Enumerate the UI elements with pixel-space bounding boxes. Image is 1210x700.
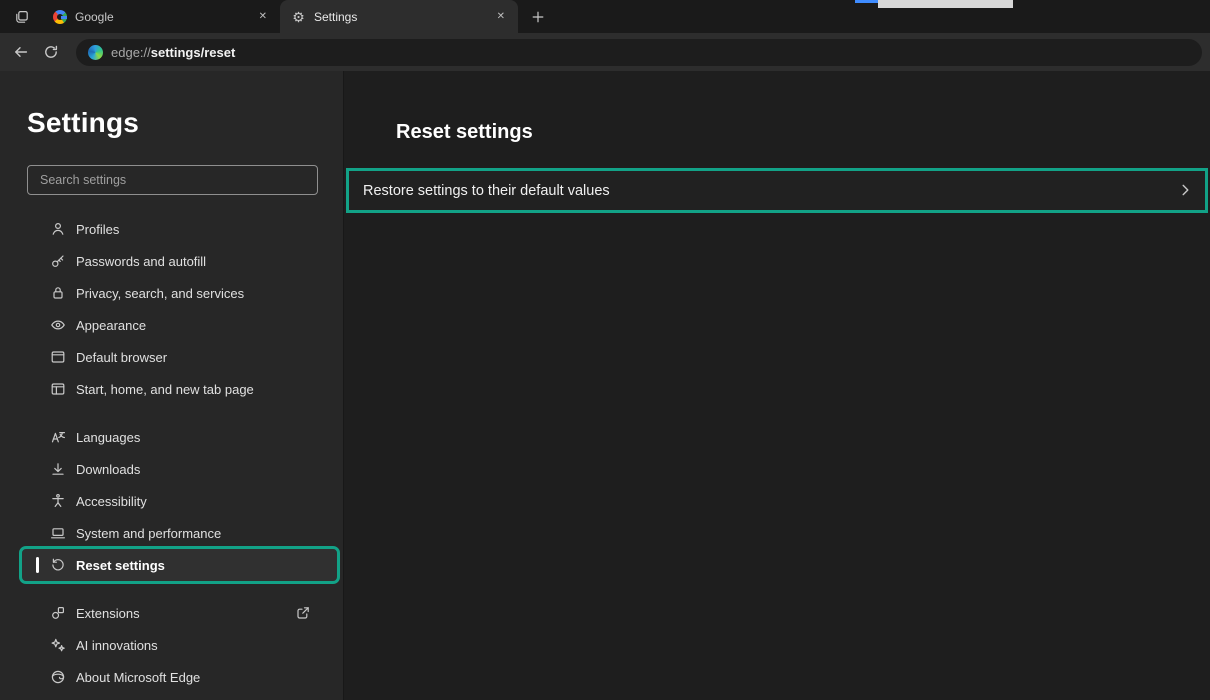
download-icon bbox=[50, 461, 66, 477]
sidebar-item-label: System and performance bbox=[76, 526, 221, 541]
settings-page: Settings ProfilesPasswords and autofillP… bbox=[0, 71, 1210, 700]
refresh-button[interactable] bbox=[36, 37, 66, 67]
sidebar-item-label: Extensions bbox=[76, 606, 140, 621]
restore-defaults-label: Restore settings to their default values bbox=[363, 183, 610, 199]
google-favicon bbox=[53, 10, 67, 24]
back-button[interactable] bbox=[6, 37, 36, 67]
page-title: Settings bbox=[27, 107, 343, 139]
sidebar-item-label: Accessibility bbox=[76, 494, 147, 509]
sidebar-group: Languages Downloads Accessibility System an… bbox=[0, 421, 343, 581]
sidebar-item-label: Start, home, and new tab page bbox=[76, 382, 254, 397]
search-input[interactable] bbox=[27, 165, 318, 195]
sidebar-item-ai-innovations[interactable]: AI innovations bbox=[22, 629, 337, 661]
sidebar-item-label: Passwords and autofill bbox=[76, 254, 206, 269]
eye-icon bbox=[50, 317, 66, 333]
key-icon bbox=[50, 253, 66, 269]
sidebar-item-privacy-search-services[interactable]: Privacy, search, and services bbox=[22, 277, 337, 309]
lock-icon bbox=[50, 285, 66, 301]
close-icon[interactable]: ✕ bbox=[254, 10, 272, 24]
reset-icon bbox=[50, 557, 66, 573]
new-tab-button[interactable] bbox=[526, 5, 550, 29]
external-link-icon bbox=[295, 605, 311, 621]
new-tab-layout-icon bbox=[50, 381, 66, 397]
sidebar-item-label: Appearance bbox=[76, 318, 146, 333]
url-path: settings/reset bbox=[151, 45, 236, 60]
main-panel: Reset settings Restore settings to their… bbox=[343, 71, 1210, 700]
accessibility-icon bbox=[50, 493, 66, 509]
sidebar-item-system-performance[interactable]: System and performance bbox=[22, 517, 337, 549]
sidebar-item-label: Privacy, search, and services bbox=[76, 286, 244, 301]
sidebar-group: Extensions AI innovations About Microsoft … bbox=[0, 597, 343, 693]
sidebar-nav: Profiles Passwords and autofill Privacy, s… bbox=[0, 213, 343, 693]
sidebar-item-languages[interactable]: Languages bbox=[22, 421, 337, 453]
sidebar-item-start-home-new-tab[interactable]: Start, home, and new tab page bbox=[22, 373, 337, 405]
edge-logo-mono-icon bbox=[50, 669, 66, 685]
sidebar-item-label: Default browser bbox=[76, 350, 167, 365]
sidebar-item-appearance[interactable]: Appearance bbox=[22, 309, 337, 341]
background-window-fragment bbox=[878, 0, 1013, 8]
translate-icon bbox=[50, 429, 66, 445]
gear-icon: ⚙ bbox=[291, 10, 306, 24]
sidebar-item-label: Languages bbox=[76, 430, 140, 445]
selection-indicator bbox=[36, 557, 39, 573]
settings-sidebar: Settings ProfilesPasswords and autofillP… bbox=[0, 71, 343, 700]
system-icon bbox=[50, 525, 66, 541]
extensions-icon bbox=[50, 605, 66, 621]
sidebar-item-downloads[interactable]: Downloads bbox=[22, 453, 337, 485]
section-title: Reset settings bbox=[396, 121, 1210, 144]
tab-title: Google bbox=[75, 10, 246, 24]
url-scheme: edge:// bbox=[111, 45, 151, 60]
chevron-right-icon bbox=[1177, 182, 1195, 200]
sidebar-item-label: Profiles bbox=[76, 222, 119, 237]
address-bar[interactable]: edge://settings/reset bbox=[76, 39, 1202, 66]
tab-title: Settings bbox=[314, 10, 484, 24]
tab-bar: Google ✕ ⚙ Settings ✕ bbox=[0, 0, 1210, 33]
sidebar-item-label: Downloads bbox=[76, 462, 140, 477]
close-icon[interactable]: ✕ bbox=[492, 10, 510, 24]
sidebar-item-passwords-and-autofill[interactable]: Passwords and autofill bbox=[22, 245, 337, 277]
sparkle-icon bbox=[50, 637, 66, 653]
tab-actions-icon[interactable] bbox=[12, 7, 32, 27]
sidebar-item-accessibility[interactable]: Accessibility bbox=[22, 485, 337, 517]
sidebar-item-about-edge[interactable]: About Microsoft Edge bbox=[22, 661, 337, 693]
sidebar-item-label: Reset settings bbox=[76, 558, 165, 573]
tab-settings[interactable]: ⚙ Settings ✕ bbox=[280, 0, 518, 33]
sidebar-item-label: About Microsoft Edge bbox=[76, 670, 200, 685]
sidebar-item-default-browser[interactable]: Default browser bbox=[22, 341, 337, 373]
navigation-bar: edge://settings/reset bbox=[0, 33, 1210, 71]
sidebar-item-extensions[interactable]: Extensions bbox=[22, 597, 337, 629]
sidebar-group: Profiles Passwords and autofill Privacy, s… bbox=[0, 213, 343, 405]
browser-window: { "colors": { "annotation_highlight": "#… bbox=[0, 0, 1210, 700]
sidebar-item-profiles[interactable]: Profiles bbox=[22, 213, 337, 245]
sidebar-item-label: AI innovations bbox=[76, 638, 158, 653]
sidebar-item-reset-settings[interactable]: Reset settings bbox=[22, 549, 337, 581]
browser-window-icon bbox=[50, 349, 66, 365]
edge-logo-icon bbox=[88, 45, 103, 60]
person-icon bbox=[50, 221, 66, 237]
restore-defaults-row[interactable]: Restore settings to their default values bbox=[346, 168, 1208, 213]
url-text: edge://settings/reset bbox=[111, 45, 235, 60]
tab-google[interactable]: Google ✕ bbox=[42, 0, 280, 33]
